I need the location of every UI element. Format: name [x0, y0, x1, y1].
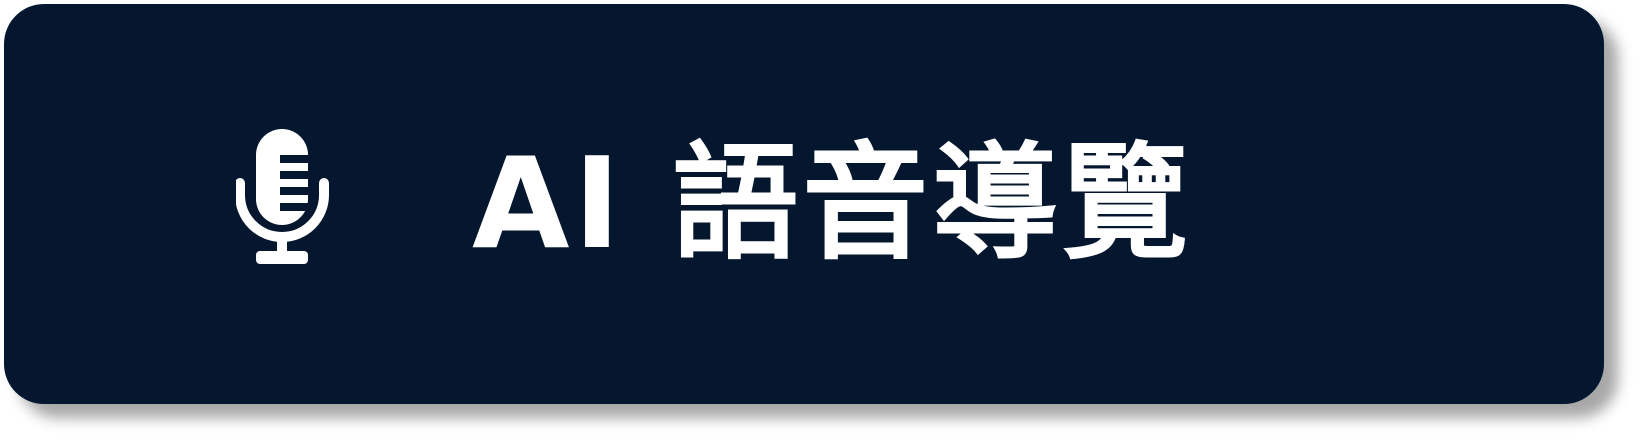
button-label: AI 語音導覽 — [472, 130, 1193, 277]
ai-voice-guide-button[interactable]: AI 語音導覽 — [4, 4, 1604, 404]
microphone-icon — [236, 129, 329, 264]
